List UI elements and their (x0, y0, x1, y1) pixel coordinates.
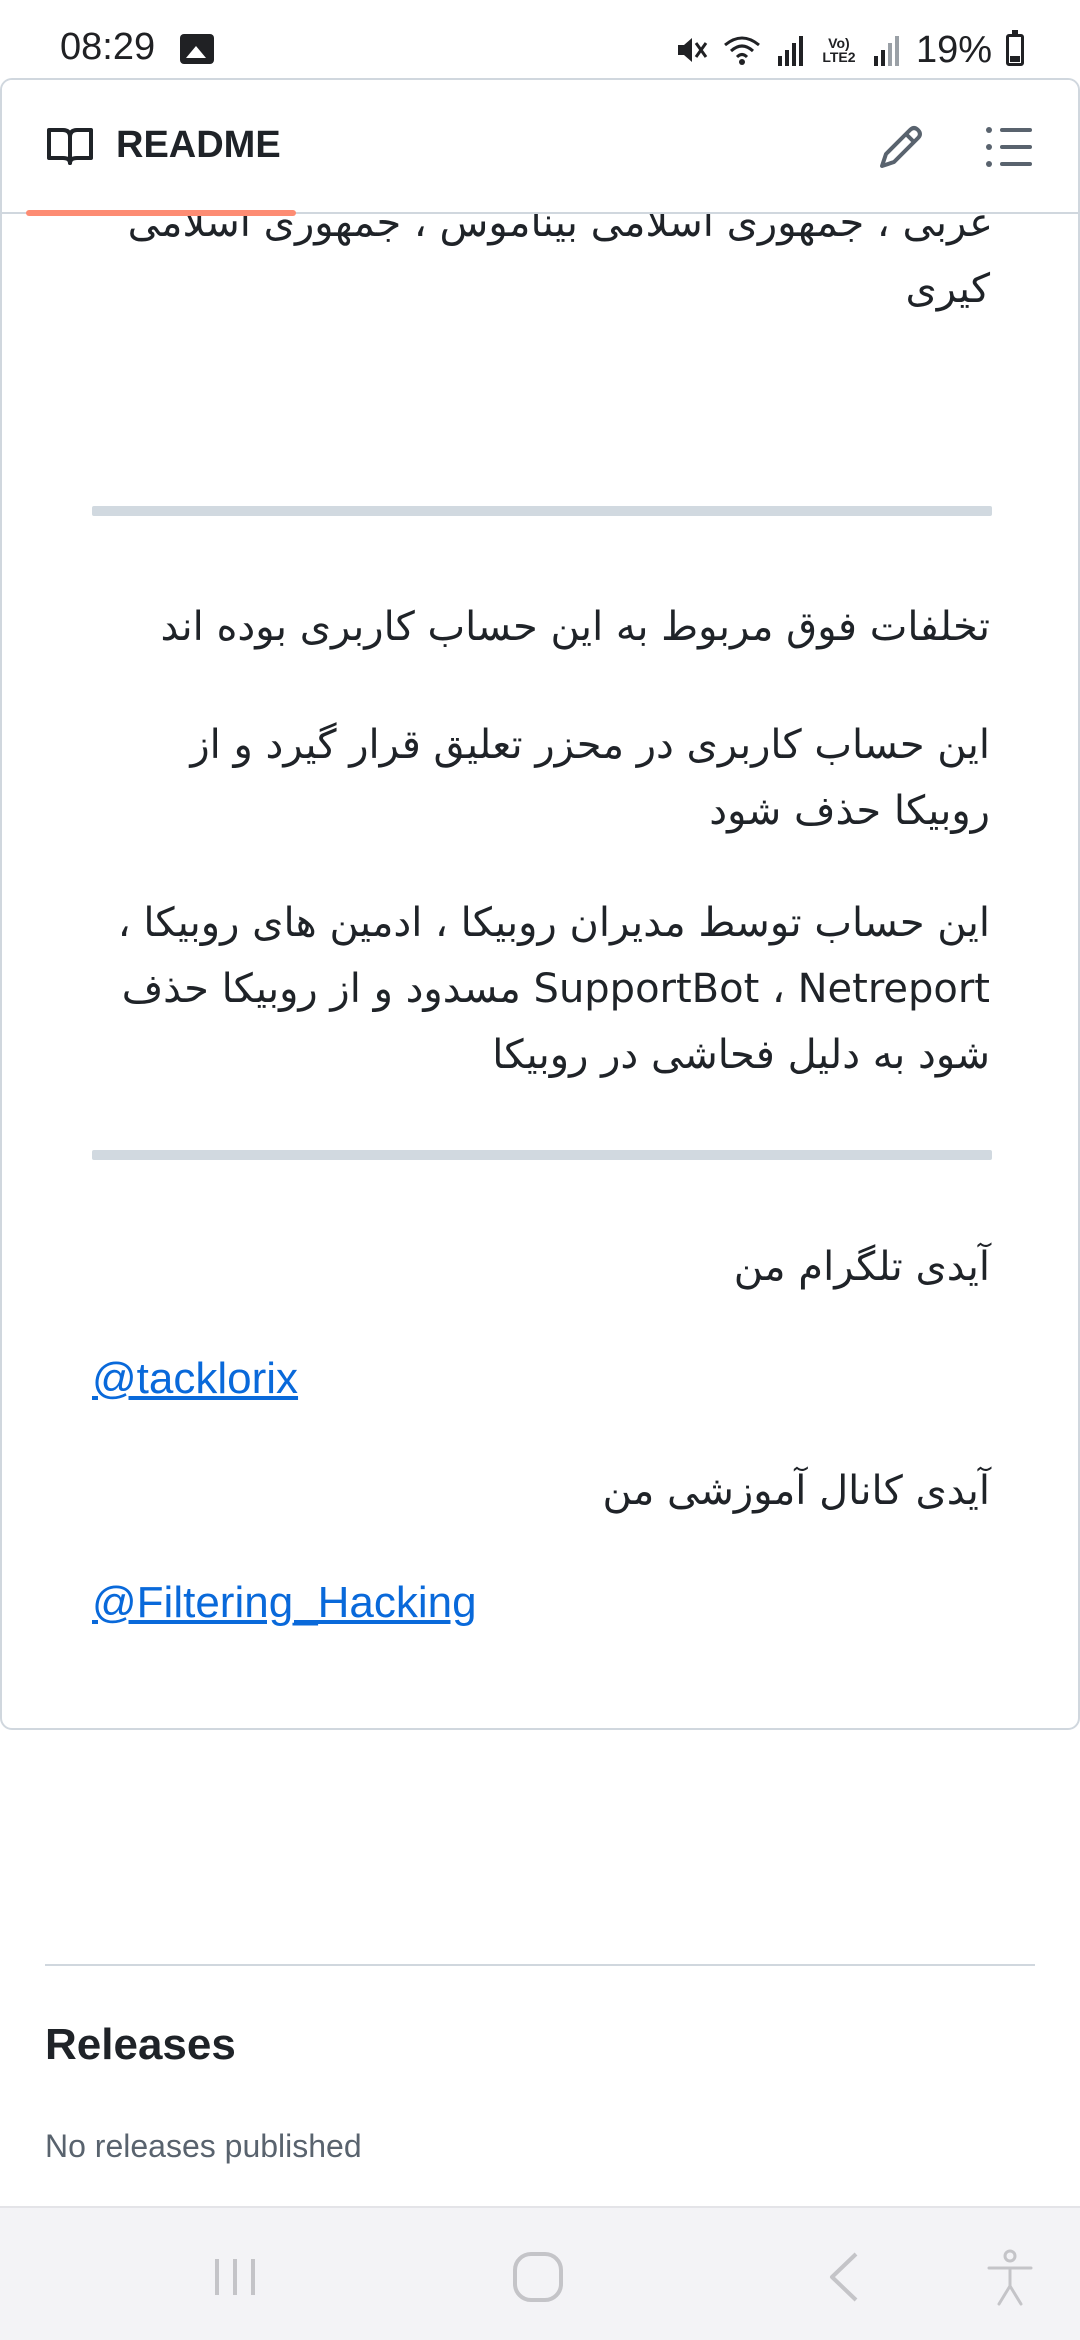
signal-icon-2 (873, 36, 899, 66)
paragraph-ban-request: این حساب توسط مدیران روبیکا ، ادمین های … (117, 900, 990, 1078)
signal-icon (777, 36, 803, 66)
releases-empty-text: No releases published (45, 2128, 362, 2164)
gallery-icon (180, 34, 214, 64)
navigation-bar (0, 2206, 1080, 2340)
mute-icon (677, 38, 708, 62)
tab-underline (26, 210, 296, 216)
partial-line-1: غربی ، جمهوری اسلامی بیناموس ، جمهوری اس… (127, 214, 990, 246)
volte-icon: Vo) LTE2 (822, 35, 856, 65)
tab-readme[interactable]: README (26, 80, 296, 216)
battery-percent: 19% (915, 28, 992, 71)
readme-title: README (116, 124, 281, 166)
pencil-icon[interactable] (874, 122, 926, 174)
channel-label: آیدی کانال آموزشی من (602, 1468, 990, 1514)
readme-content: غربی ، جمهوری اسلامی بیناموس ، جمهوری اس… (2, 214, 1078, 1728)
book-icon (47, 128, 93, 165)
wifi-icon (723, 36, 760, 65)
releases-heading[interactable]: Releases (45, 2020, 236, 2070)
back-icon[interactable] (810, 2242, 880, 2312)
partial-line-2: کیری (905, 266, 991, 312)
accessibility-icon[interactable] (975, 2242, 1045, 2312)
telegram-label: آیدی تلگرام من (733, 1244, 990, 1290)
section-divider (45, 1964, 1035, 1966)
recents-icon[interactable] (200, 2242, 270, 2312)
battery-icon (1006, 30, 1024, 66)
channel-link[interactable]: @Filtering_Hacking (92, 1578, 477, 1628)
home-icon[interactable] (503, 2242, 573, 2312)
paragraph-suspension: این حساب کاربری در محزر تعلیق قرار گیرد … (190, 722, 990, 834)
paragraph-violations: تخلفات فوق مربوط به این حساب کاربری بوده… (160, 604, 991, 650)
horizontal-rule-2 (92, 1150, 992, 1160)
readme-card: README غربی ، جمهوری اسلامی بیناموس ، جم… (0, 78, 1080, 1730)
status-icons: Vo) LTE2 19% (674, 26, 1024, 74)
readme-header: README (2, 80, 1078, 216)
telegram-link[interactable]: @tacklorix (92, 1354, 298, 1404)
status-time: 08:29 (60, 26, 156, 68)
horizontal-rule (92, 506, 992, 516)
list-icon[interactable] (984, 124, 1034, 170)
